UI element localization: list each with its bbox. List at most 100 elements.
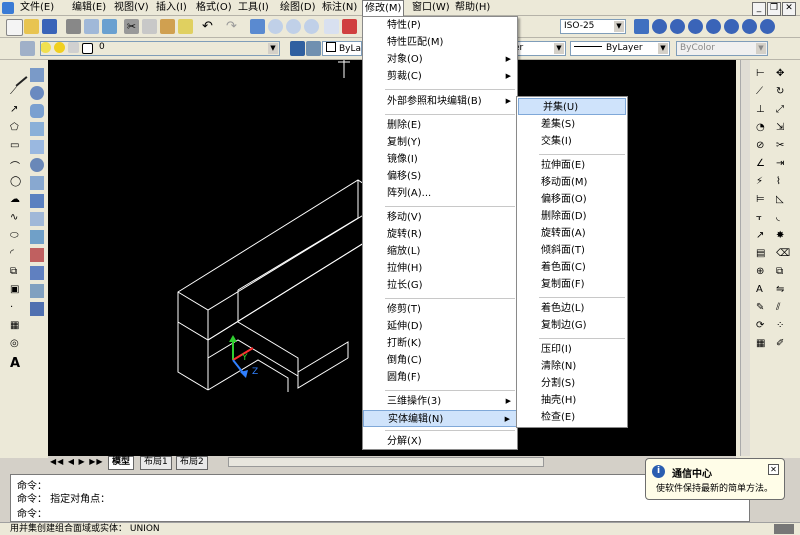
submenu-item-color-faces[interactable]: 着色面(C)	[517, 259, 627, 276]
radius-dimension-icon[interactable]: ◔	[756, 122, 770, 136]
submenu-item-delete-faces[interactable]: 删除面(D)	[517, 208, 627, 225]
dimension-text-edit-icon[interactable]: ✎	[756, 302, 770, 316]
render-icon[interactable]	[670, 19, 685, 34]
menu-format[interactable]: 格式(O)	[194, 1, 234, 15]
redo-icon[interactable]: ↷	[224, 19, 239, 34]
dimension-update-icon[interactable]: ⟳	[756, 320, 770, 334]
dimension-style-icon[interactable]: ▦	[756, 338, 770, 352]
sphere-icon[interactable]	[30, 86, 44, 100]
tab-model[interactable]: 模型	[108, 456, 135, 470]
submenu-item-intersect[interactable]: 交集(I)	[517, 133, 627, 150]
submenu-item-shell[interactable]: 抽壳(H)	[517, 392, 627, 409]
menu-item-fillet[interactable]: 圆角(F)	[363, 369, 517, 386]
explode-icon[interactable]: ✸	[776, 230, 790, 244]
paste-icon[interactable]	[160, 19, 175, 34]
wedge-icon[interactable]	[30, 140, 44, 154]
menu-item-object[interactable]: 对象(O) ▶	[363, 51, 517, 68]
move-icon[interactable]: ✥	[776, 68, 790, 82]
cylinder-icon[interactable]	[30, 104, 44, 118]
slice-icon[interactable]	[30, 212, 44, 226]
submenu-item-copy-edges[interactable]: 复制边(G)	[517, 317, 627, 334]
dimstyle-select[interactable]: ISO-25 ▼	[560, 19, 626, 34]
shade-icon[interactable]	[652, 19, 667, 34]
restore-button[interactable]: ❐	[767, 2, 781, 16]
save-icon[interactable]	[42, 19, 57, 34]
submenu-item-move-faces[interactable]: 移动面(M)	[517, 174, 627, 191]
hide-icon[interactable]	[688, 19, 703, 34]
tray-icon[interactable]	[774, 524, 794, 534]
submenu-item-color-edges[interactable]: 着色边(L)	[517, 300, 627, 317]
menu-item-trim[interactable]: 修剪(T)	[363, 301, 517, 318]
menu-item-offset[interactable]: 偏移(S)	[363, 168, 517, 185]
circle-icon[interactable]: ◯	[10, 176, 24, 190]
polygon-icon[interactable]: ⬠	[10, 122, 24, 136]
rectangle-icon[interactable]: ▭	[10, 140, 24, 154]
copy-icon[interactable]	[142, 19, 157, 34]
make-layer-current-icon[interactable]	[290, 41, 305, 56]
submenu-item-clean[interactable]: 清除(N)	[517, 358, 627, 375]
properties-icon[interactable]	[324, 19, 339, 34]
menu-item-explode[interactable]: 分解(X)	[363, 433, 517, 450]
menu-item-break[interactable]: 打断(K)	[363, 335, 517, 352]
region-icon[interactable]: ◎	[10, 338, 24, 352]
section-icon[interactable]	[30, 230, 44, 244]
submenu-item-separate[interactable]: 分割(S)	[517, 375, 627, 392]
submenu-item-imprint[interactable]: 压印(I)	[517, 341, 627, 358]
menu-insert[interactable]: 插入(I)	[154, 1, 189, 15]
zoom-realtime-icon[interactable]	[268, 19, 283, 34]
orbit-icon[interactable]	[706, 19, 721, 34]
layer-manager-icon[interactable]	[20, 41, 35, 56]
make-block-icon[interactable]: ▣	[10, 284, 24, 298]
submenu-item-subtract[interactable]: 差集(S)	[517, 116, 627, 133]
menu-view[interactable]: 视图(V)	[112, 1, 151, 15]
ellipse-arc-icon[interactable]: ◜	[10, 248, 24, 262]
menu-item-erase[interactable]: 删除(E)	[363, 117, 517, 134]
trim-icon[interactable]: ✂	[776, 140, 790, 154]
tab-layout2[interactable]: 布局2	[176, 456, 208, 470]
command-window[interactable]: 命令： 命令： 指定对角点： 命令：	[10, 474, 750, 522]
submenu-item-rotate-faces[interactable]: 旋转面(A)	[517, 225, 627, 242]
center-mark-icon[interactable]: ⊕	[756, 266, 770, 280]
camera-icon[interactable]	[724, 19, 739, 34]
mirror-icon[interactable]: ⇋	[776, 284, 790, 298]
submenu-item-extrude-faces[interactable]: 拉伸面(E)	[517, 157, 627, 174]
minimize-button[interactable]: _	[752, 2, 766, 16]
properties-edit-icon[interactable]: ✐	[776, 338, 790, 352]
menu-item-extend[interactable]: 延伸(D)	[363, 318, 517, 335]
insert-block-icon[interactable]: ⧉	[10, 266, 24, 280]
menu-item-match-properties[interactable]: 特性匹配(M)	[363, 34, 517, 51]
cut-icon[interactable]: ✂	[124, 19, 139, 34]
stretch-icon[interactable]: ⇲	[776, 122, 790, 136]
construction-line-icon[interactable]: ⟋	[10, 86, 24, 100]
submenu-item-copy-faces[interactable]: 复制面(F)	[517, 276, 627, 293]
quick-leader-icon[interactable]: ↗	[756, 230, 770, 244]
plotstyle-select[interactable]: ByColor ▼	[676, 41, 768, 56]
menu-item-stretch[interactable]: 拉伸(H)	[363, 260, 517, 277]
new-icon[interactable]	[6, 19, 23, 36]
zoom-previous-icon[interactable]	[304, 19, 319, 34]
torus-icon[interactable]	[30, 158, 44, 172]
horizontal-scrollbar[interactable]	[228, 457, 544, 467]
setup-drawing-icon[interactable]	[30, 266, 44, 280]
light-icon[interactable]	[742, 19, 757, 34]
command-prompt[interactable]: 命令：	[17, 505, 47, 520]
submenu-item-check[interactable]: 检查(E)	[517, 409, 627, 426]
menu-item-move[interactable]: 移动(V)	[363, 209, 517, 226]
layer-select[interactable]: 0	[96, 41, 264, 56]
publish-icon[interactable]	[102, 19, 117, 34]
hatch-icon[interactable]: ▦	[10, 320, 24, 334]
menu-item-clip[interactable]: 剪裁(C) ▶	[363, 68, 517, 85]
undo-icon[interactable]: ↶	[200, 19, 215, 34]
material-icon[interactable]	[760, 19, 775, 34]
menu-draw[interactable]: 绘图(D)	[278, 1, 318, 15]
continue-dimension-icon[interactable]: ⫟	[756, 212, 770, 226]
scale-icon[interactable]: ⤢	[776, 104, 790, 118]
close-button[interactable]: ✕	[782, 2, 796, 16]
menu-window[interactable]: 窗口(W)	[410, 1, 452, 15]
spline-icon[interactable]: ∿	[10, 212, 24, 226]
linear-dimension-icon[interactable]: ⊢	[756, 68, 770, 82]
menu-item-3d-operation[interactable]: 三维操作(3) ▶	[363, 393, 517, 410]
break-icon[interactable]: ⌇	[776, 176, 790, 190]
view-icon[interactable]	[634, 19, 649, 34]
menu-item-rotate[interactable]: 旋转(R)	[363, 226, 517, 243]
